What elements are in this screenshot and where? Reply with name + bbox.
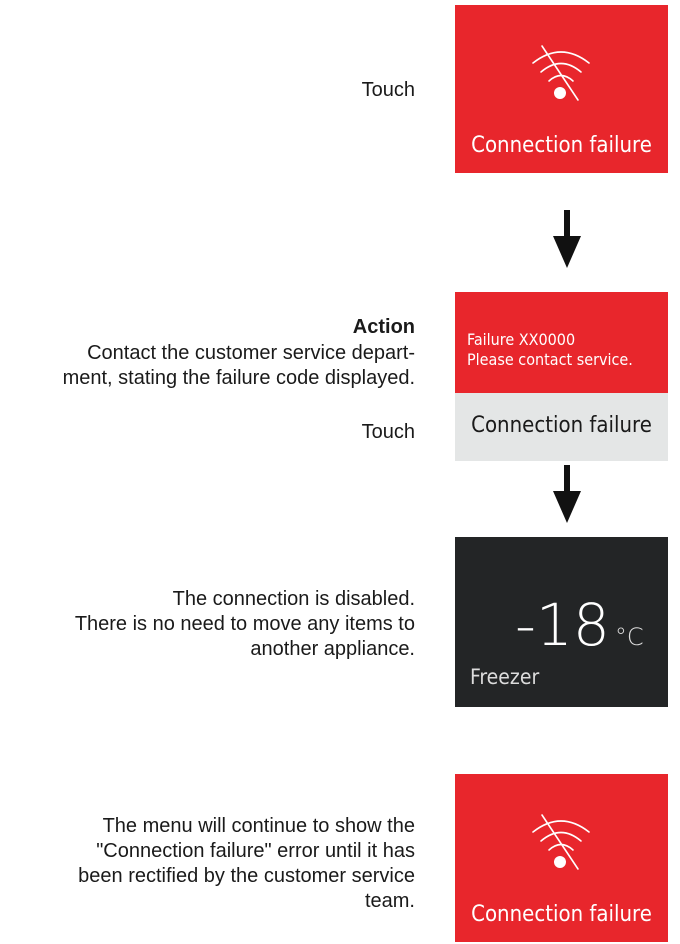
temperature-display: -18 °C [515,590,644,660]
menu-text-line: The menu will continue to show the [102,815,415,837]
failure-detail-screen[interactable]: Failure XX0000 Please contact service. [455,292,668,393]
action-text-line: Contact the customer service depart- [87,342,415,364]
connection-failure-label: Connection failure [471,133,652,158]
connection-failure-label: Connection failure [471,902,652,927]
wifi-off-icon [532,45,590,101]
temperature-value: -18 [515,591,610,659]
failure-footer-bar[interactable]: Connection failure [455,393,668,461]
action-text-line: ment, stating the failure code displayed… [62,367,415,389]
failure-footer-label: Connection failure [471,413,652,438]
connection-failure-screen[interactable]: Connection failure [455,774,668,942]
temperature-unit: °C [614,623,644,651]
menu-text-line: "Connection failure" error until it has [96,840,415,862]
connection-failure-screen[interactable]: Connection failure [455,5,668,173]
failure-contact-text: Please contact service. [467,350,633,369]
touch-instruction: Touch [361,421,415,443]
action-heading: Action [352,316,415,338]
disabled-text-line: There is no need to move any items to [74,613,415,635]
freezer-display[interactable]: -18 °C Freezer [455,537,668,707]
menu-text-line: team. [364,890,415,912]
zone-label: Freezer [470,665,540,689]
disabled-text-line: another appliance. [250,638,415,660]
touch-instruction: Touch [361,79,415,101]
menu-text-line: been rectified by the customer service [78,865,415,887]
arrow-down-icon [553,210,581,268]
disabled-text-line: The connection is disabled. [172,588,415,610]
failure-code-text: Failure XX0000 [467,330,576,349]
wifi-off-icon [532,814,590,870]
arrow-down-icon [553,465,581,523]
